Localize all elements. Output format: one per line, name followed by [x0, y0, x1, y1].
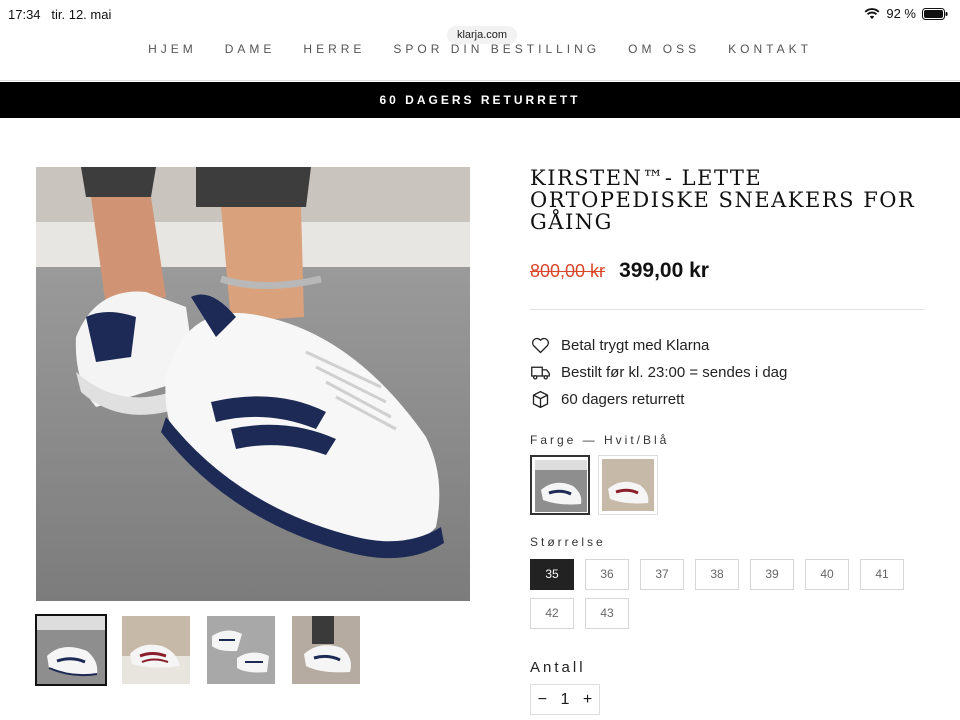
nav-item-om-oss[interactable]: Om oss	[628, 42, 700, 56]
size-option-42[interactable]: 42	[530, 598, 574, 629]
thumbnail-2[interactable]	[122, 616, 190, 684]
size-option-38[interactable]: 38	[695, 559, 739, 590]
size-option-37[interactable]: 37	[640, 559, 684, 590]
size-option-39[interactable]: 39	[750, 559, 794, 590]
thumbnail-4[interactable]	[292, 616, 360, 684]
perk-klarna: Betal trygt med Klarna	[530, 332, 924, 359]
quantity-value[interactable]: 1	[561, 691, 570, 709]
nav-divider	[0, 80, 960, 81]
size-option-43[interactable]: 43	[585, 598, 629, 629]
color-swatch-hvit-rod[interactable]	[598, 455, 658, 515]
quantity-stepper: − 1 +	[530, 684, 600, 715]
thumbnail-3[interactable]	[207, 616, 275, 684]
thumbnail-1[interactable]	[35, 614, 107, 686]
nav-item-herre[interactable]: Herre	[303, 42, 365, 56]
battery-percent: 92 %	[886, 6, 916, 21]
truck-icon	[531, 366, 550, 380]
nav-item-dame[interactable]: Dame	[225, 42, 276, 56]
color-swatch-hvit-bla[interactable]	[530, 455, 590, 515]
perk-text: 60 dagers returrett	[561, 391, 685, 408]
perks-list: Betal trygt med Klarna Bestilt før kl. 2…	[530, 332, 924, 413]
nav-item-spor[interactable]: Spor din bestilling	[393, 42, 600, 56]
size-option-36[interactable]: 36	[585, 559, 629, 590]
product-title: KIRSTEN™- LETTE ORTOPEDISKE SNEAKERS FOR…	[530, 166, 916, 234]
price-sale: 399,00 kr	[619, 259, 709, 282]
box-icon	[532, 390, 549, 409]
sneaker-illustration	[36, 167, 470, 601]
perk-returns: 60 dagers returrett	[530, 386, 924, 413]
product-main-image[interactable]	[36, 167, 470, 601]
nav-item-kontakt[interactable]: Kontakt	[728, 42, 812, 56]
announcement-bar: 60 DAGERS RETURRETT	[0, 82, 960, 118]
size-options: 35 36 37 38 39 40 41 42 43	[530, 559, 924, 629]
wifi-icon	[864, 7, 880, 19]
size-option-35[interactable]: 35	[530, 559, 574, 590]
size-option-40[interactable]: 40	[805, 559, 849, 590]
battery-icon	[922, 7, 948, 20]
quantity-increase-button[interactable]: +	[583, 691, 592, 709]
info-divider	[530, 309, 924, 310]
heart-icon	[532, 337, 549, 354]
size-label: Størrelse	[530, 535, 606, 549]
nav-item-hjem[interactable]: Hjem	[148, 42, 197, 56]
size-option-41[interactable]: 41	[860, 559, 904, 590]
thumbnail-strip	[35, 614, 360, 686]
status-time: 17:34 tir. 12. mai	[8, 7, 112, 22]
quantity-decrease-button[interactable]: −	[538, 691, 547, 709]
color-label: Farge — Hvit/Blå	[530, 433, 670, 447]
color-swatches	[530, 455, 924, 515]
perk-text: Betal trygt med Klarna	[561, 337, 710, 354]
status-right: 92 %	[864, 6, 948, 21]
main-nav: Hjem Dame Herre Spor din bestilling Om o…	[0, 38, 960, 58]
price-original: 800,00 kr	[530, 261, 606, 281]
quantity-label: Antall	[530, 659, 586, 676]
perk-text: Bestilt før kl. 23:00 = sendes i dag	[561, 364, 788, 381]
perk-shipping: Bestilt før kl. 23:00 = sendes i dag	[530, 359, 924, 386]
product-info: KIRSTEN™- LETTE ORTOPEDISKE SNEAKERS FOR…	[530, 167, 924, 715]
price-row: 800,00 kr 399,00 kr	[530, 259, 924, 283]
